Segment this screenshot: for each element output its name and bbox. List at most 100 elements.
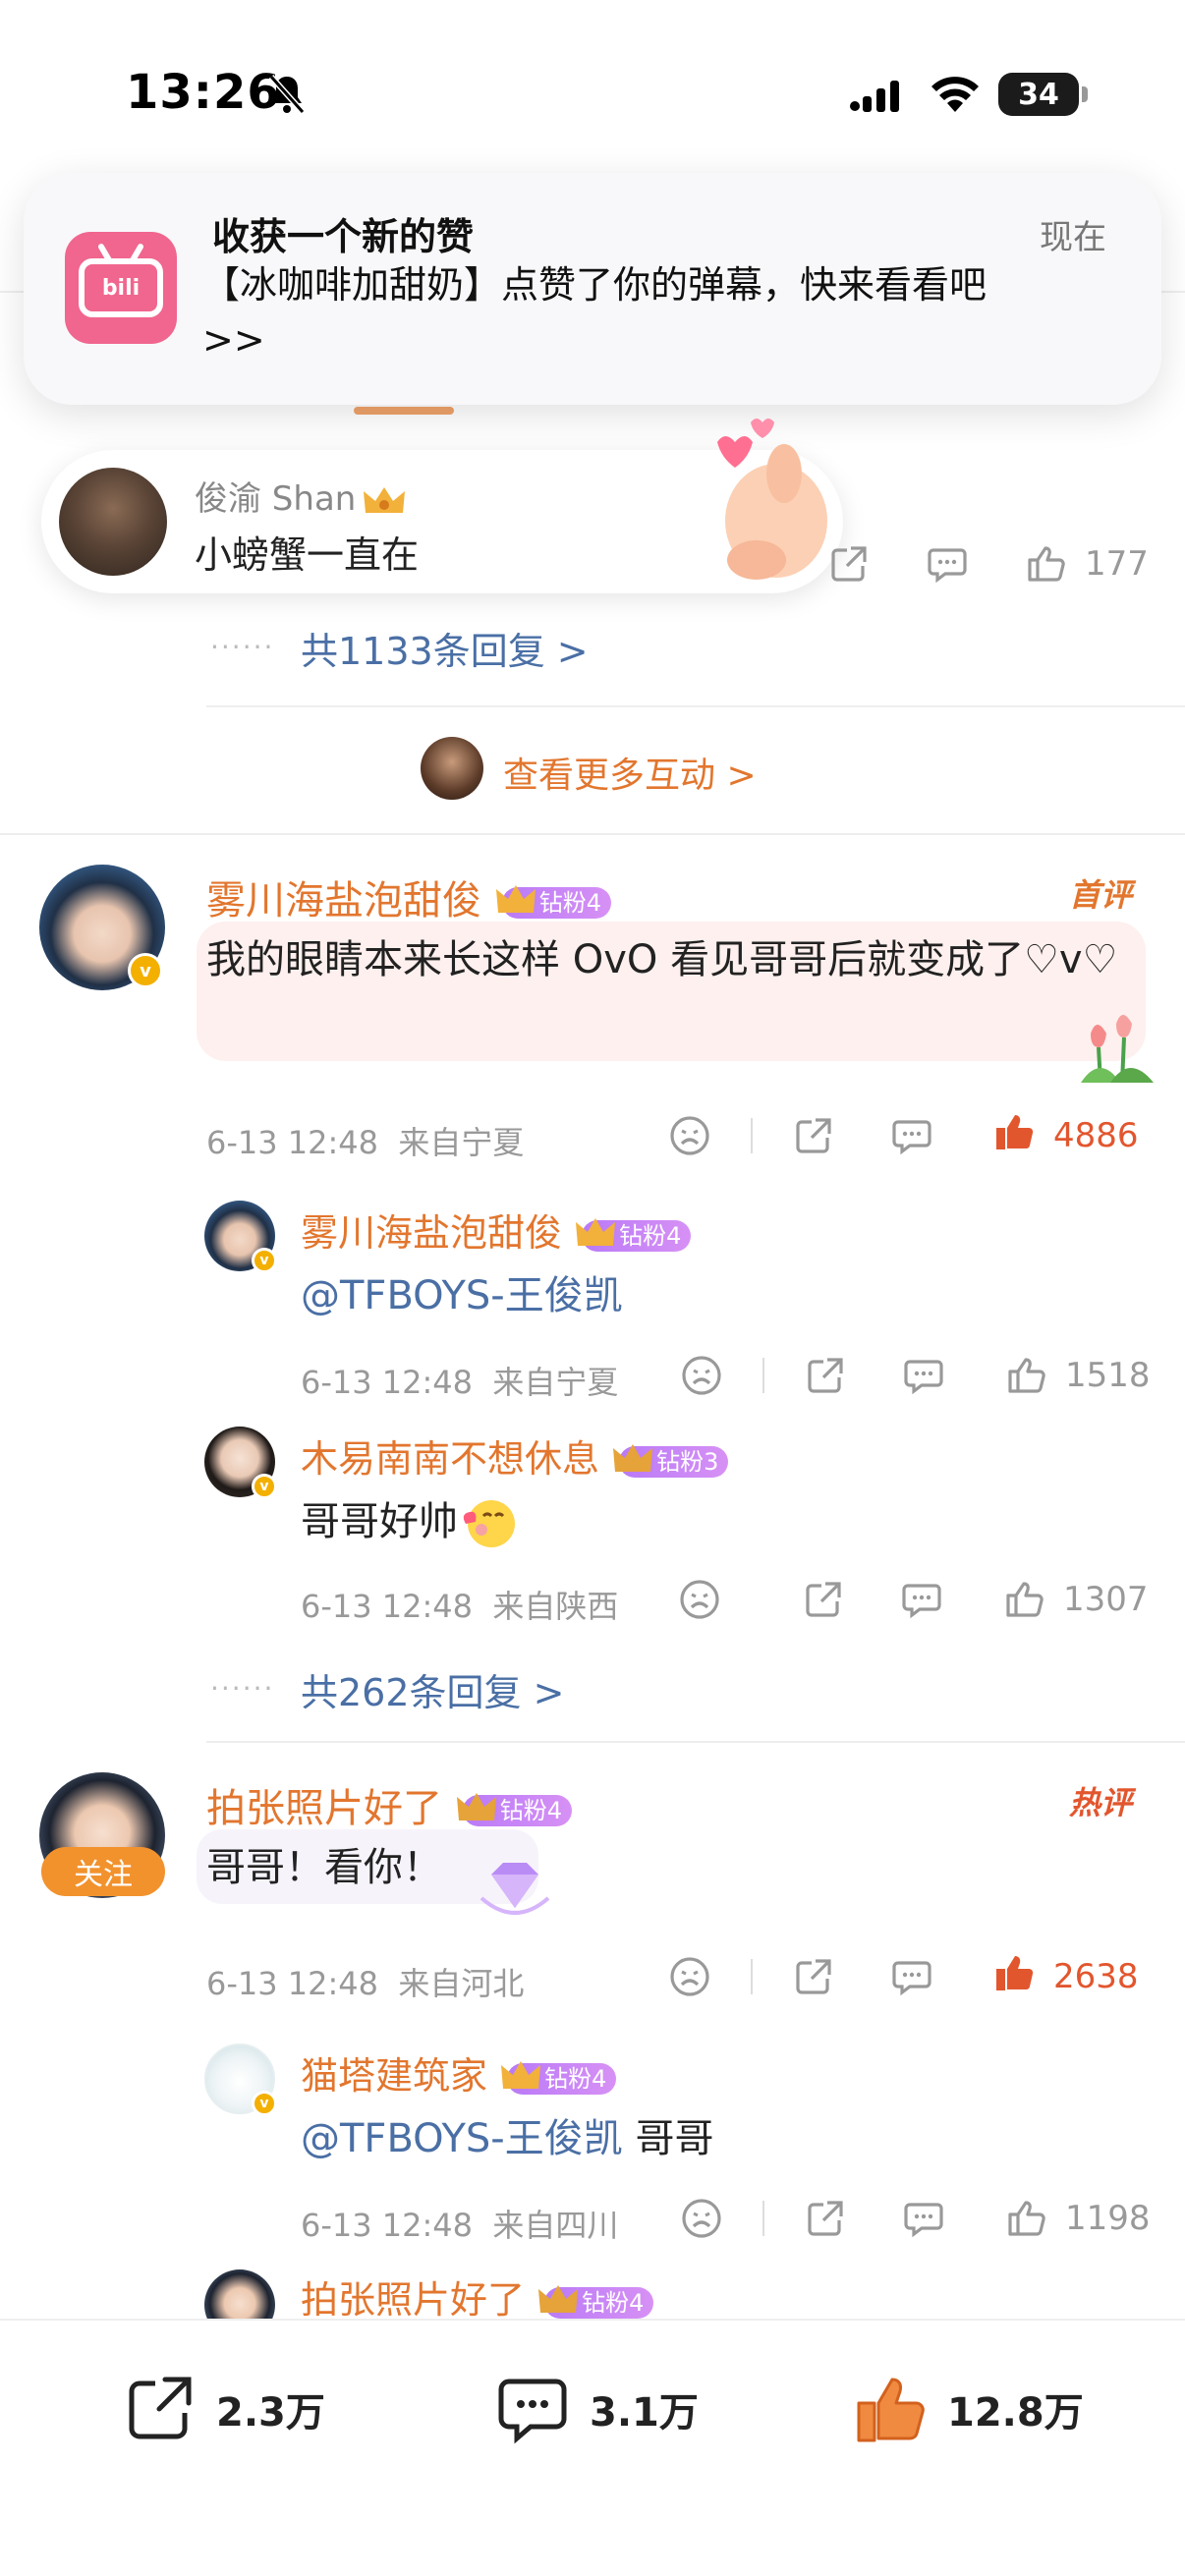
divider	[751, 1118, 753, 1153]
reply-date: 6-13 12:48	[301, 2207, 474, 2244]
reply-username[interactable]: 拍张照片好了 钻粉4	[301, 2269, 654, 2324]
tv-logo-icon: bili	[79, 258, 163, 317]
comment-meta: 6-13 12:48 来自河北	[206, 1959, 524, 2004]
badge-text: 钻粉4	[544, 2064, 607, 2093]
blushing-emoji-icon	[463, 1500, 515, 1547]
reply-date: 6-13 12:48	[301, 1364, 474, 1401]
danmu-username-text: 俊渝 Shan	[195, 479, 357, 519]
cellular-signal-icon	[850, 81, 899, 112]
crown-icon	[538, 2284, 579, 2313]
reply-username[interactable]: 猫塔建筑家 钻粉4	[301, 2045, 617, 2100]
fan-badge: 钻粉4	[495, 885, 611, 919]
more-interaction-link[interactable]: 查看更多互动 >	[503, 747, 757, 798]
more-replies-link[interactable]: 共262条回复 >	[301, 1662, 564, 1716]
dislike-icon[interactable]	[680, 2197, 723, 2240]
comment-button[interactable]: 3.1万	[495, 2370, 699, 2448]
share-icon[interactable]	[827, 542, 871, 586]
like-count: 1518	[1065, 1356, 1151, 1395]
fan-badge: 钻粉4	[538, 2284, 654, 2319]
like-icon[interactable]	[1002, 1578, 1045, 1621]
verified-icon: v	[128, 953, 163, 988]
finger-heart-sticker-icon	[717, 419, 827, 580]
share-icon[interactable]	[804, 2197, 847, 2240]
reply-text: @TFBOYS-王俊凯 哥哥	[301, 2106, 713, 2171]
comment-text: 我的眼睛本来长这样 OvO 看见哥哥后就变成了♡v♡	[206, 937, 1118, 982]
reply-location: 来自宁夏	[492, 1364, 619, 1401]
comment-location: 来自宁夏	[398, 1124, 525, 1161]
reply-username[interactable]: 木易南南不想休息 钻粉3	[301, 1428, 729, 1483]
share-icon[interactable]	[792, 1114, 835, 1157]
more-replies-link[interactable]: 共1133条回复 >	[301, 621, 589, 675]
badge-text: 钻粉4	[619, 1221, 682, 1250]
comment-text: 哥哥！看你！	[206, 1845, 442, 1890]
reply-meta: 6-13 12:48 来自宁夏	[301, 1358, 618, 1403]
fan-badge: 钻粉4	[456, 1793, 572, 1826]
fan-badge: 钻粉3	[613, 1443, 729, 1478]
notification-body: 【冰咖啡加甜奶】点赞了你的弹幕，快来看看吧>>	[202, 263, 988, 362]
fan-badge: 钻粉4	[576, 1217, 692, 1252]
share-icon[interactable]	[804, 1354, 847, 1397]
mention-link[interactable]: @TFBOYS-王俊凯	[301, 2116, 623, 2161]
battery-level: 34	[1018, 77, 1059, 112]
like-icon[interactable]	[1004, 1354, 1047, 1397]
battery-indicator: 34	[998, 73, 1088, 116]
badge-text: 钻粉4	[538, 889, 601, 917]
comment-icon[interactable]	[902, 2197, 945, 2240]
diamond-decoration-icon	[480, 1863, 550, 1915]
dislike-icon[interactable]	[668, 1955, 711, 1998]
comment-count: 3.1万	[590, 2390, 699, 2436]
comment-icon[interactable]	[926, 542, 969, 586]
like-count: 12.8万	[947, 2390, 1084, 2436]
like-button[interactable]: 12.8万	[853, 2370, 1084, 2448]
follow-button[interactable]: 关注	[41, 1847, 165, 1896]
share-button[interactable]: 2.3万	[122, 2370, 325, 2448]
liked-icon[interactable]	[992, 1110, 1036, 1153]
verified-icon: v	[252, 2091, 277, 2116]
crown-icon	[456, 1793, 496, 1820]
reply-text-content: 哥哥	[622, 2116, 714, 2161]
comment-icon[interactable]	[900, 1578, 943, 1621]
dislike-icon[interactable]	[668, 1114, 711, 1157]
reply-text[interactable]: @TFBOYS-王俊凯	[301, 1263, 623, 1328]
divider	[751, 1959, 753, 1994]
username-text: 猫塔建筑家	[301, 2054, 488, 2098]
comment-location: 来自河北	[398, 1965, 525, 2002]
silent-bell-icon	[268, 75, 306, 114]
comment-username[interactable]: 雾川海盐泡甜俊 钻粉4	[206, 868, 611, 925]
like-count: 4886	[1053, 1116, 1139, 1155]
bilibili-app-icon: bili	[65, 232, 177, 344]
push-notification-banner[interactable]: bili 收获一个新的赞 现在 【冰咖啡加甜奶】点赞了你的弹幕，快来看看吧>>	[24, 173, 1161, 405]
bottom-action-bar: 2.3万 3.1万 12.8万	[0, 2319, 1185, 2576]
share-icon[interactable]	[802, 1578, 845, 1621]
like-count: 2638	[1053, 1957, 1139, 1996]
status-bar: 13:26 34	[0, 0, 1185, 177]
crown-icon	[613, 1443, 653, 1472]
danmu-text: 小螃蟹一直在	[195, 533, 420, 577]
avatar	[421, 737, 483, 800]
reply-username[interactable]: 雾川海盐泡甜俊 钻粉4	[301, 1203, 692, 1257]
share-icon[interactable]	[792, 1955, 835, 1998]
status-time: 13:26	[126, 65, 281, 120]
username-text: 木易南南不想休息	[301, 1437, 600, 1481]
tulip-decoration-icon	[1081, 1015, 1154, 1084]
divider	[762, 2201, 764, 2236]
comment-icon[interactable]	[902, 1354, 945, 1397]
comment-icon[interactable]	[890, 1114, 933, 1157]
reply-date: 6-13 12:48	[301, 1588, 474, 1625]
crown-icon	[501, 2060, 541, 2089]
divider	[0, 833, 1185, 835]
like-icon[interactable]	[1004, 2197, 1047, 2240]
like-icon[interactable]	[1024, 542, 1067, 586]
comment-username[interactable]: 拍张照片好了 钻粉4	[206, 1776, 572, 1833]
hot-comment-tag: 热评	[1069, 1784, 1133, 1821]
avatar	[59, 468, 167, 576]
share-count: 2.3万	[216, 2390, 325, 2436]
dislike-icon[interactable]	[680, 1354, 723, 1397]
reply-location: 来自陕西	[492, 1588, 619, 1625]
badge-text: 钻粉4	[582, 2288, 645, 2317]
liked-icon[interactable]	[992, 1951, 1036, 1994]
badge-text: 钻粉4	[499, 1797, 562, 1824]
dislike-icon[interactable]	[678, 1578, 721, 1621]
comment-icon[interactable]	[890, 1955, 933, 1998]
username-text: 拍张照片好了	[206, 1786, 442, 1831]
